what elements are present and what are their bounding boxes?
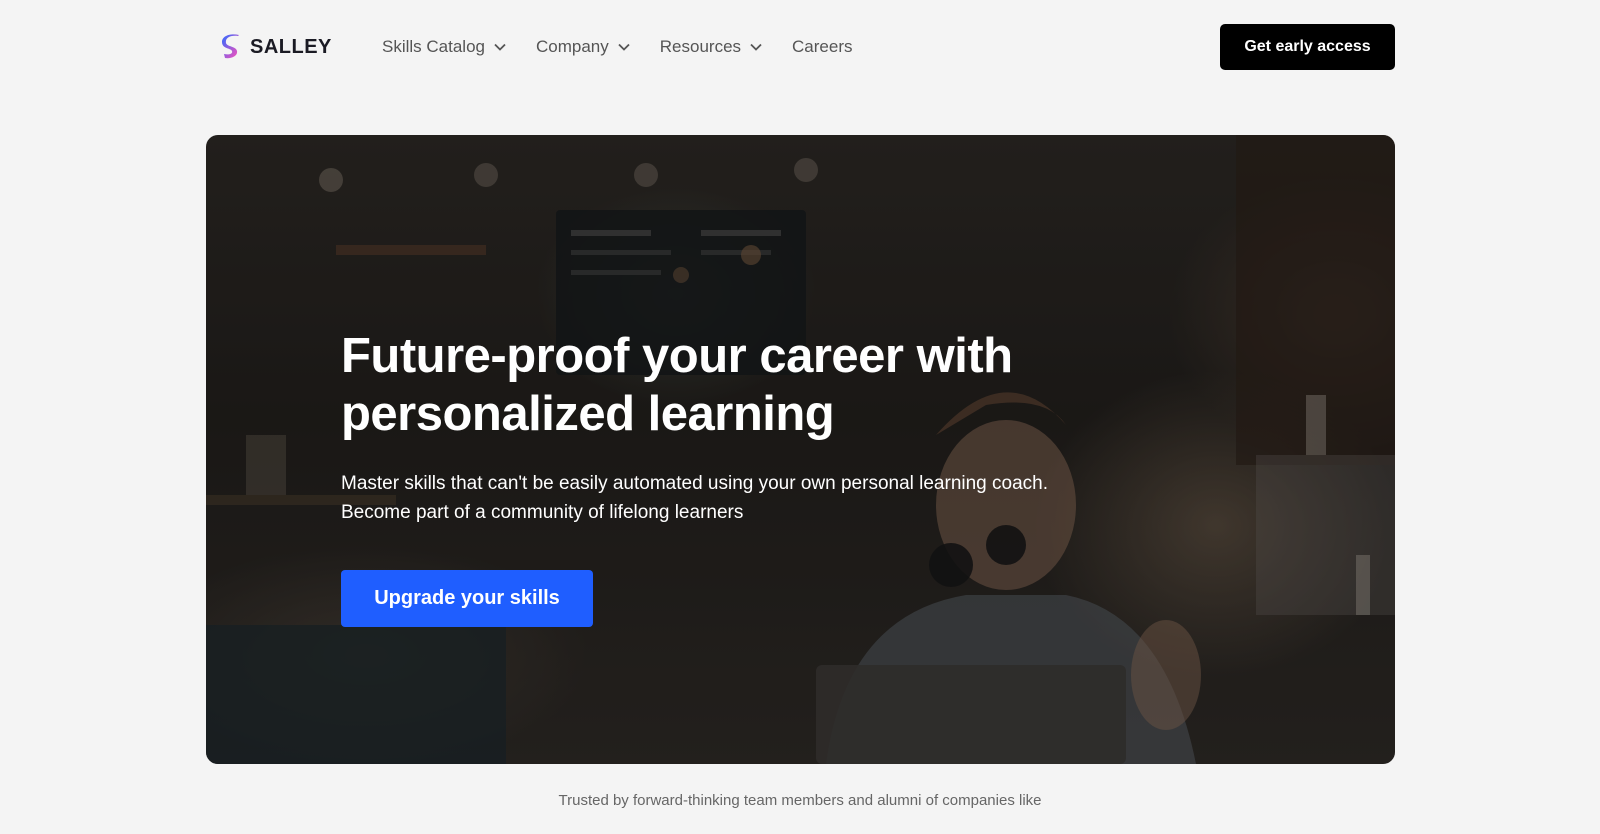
main-nav: Skills Catalog Company Resources Careers [382, 34, 882, 60]
nav-label: Skills Catalog [382, 37, 485, 56]
nav-careers[interactable]: Careers [792, 37, 852, 57]
salley-logo-icon [222, 34, 239, 59]
hero-subtitle: Master skills that can't be easily autom… [341, 469, 1101, 527]
hero-subtitle-line: Master skills that can't be easily autom… [341, 473, 1049, 494]
hero-subtitle-line: Become part of a community of lifelong l… [341, 502, 744, 523]
nav-label: Resources [659, 37, 742, 56]
get-early-access-button[interactable]: Get early access [1220, 24, 1395, 70]
nav-resources[interactable]: Resources [660, 37, 763, 57]
chevron-down-icon [494, 43, 506, 51]
nav-company[interactable]: Company [536, 37, 631, 57]
trusted-by-text: Trusted by forward-thinking team members… [558, 792, 1042, 809]
hero-banner: Future-proof your career with personaliz… [206, 135, 1395, 764]
nav-label: Careers [792, 37, 853, 56]
nav-label: Company [536, 37, 609, 56]
nav-skills-catalog[interactable]: Skills Catalog [382, 37, 507, 57]
chevron-down-icon [750, 43, 762, 51]
top-nav: SALLEY Skills Catalog Company Resources … [0, 0, 1600, 94]
upgrade-skills-button[interactable]: Upgrade your skills [341, 570, 593, 627]
brand-logo[interactable]: SALLEY [222, 33, 332, 61]
brand-name: SALLEY [250, 35, 332, 58]
hero-title: Future-proof your career with personaliz… [341, 329, 1013, 441]
hero-content: Future-proof your career with personaliz… [341, 327, 1101, 527]
landing-page: SALLEY Skills Catalog Company Resources … [0, 0, 1600, 834]
chevron-down-icon [618, 43, 630, 51]
